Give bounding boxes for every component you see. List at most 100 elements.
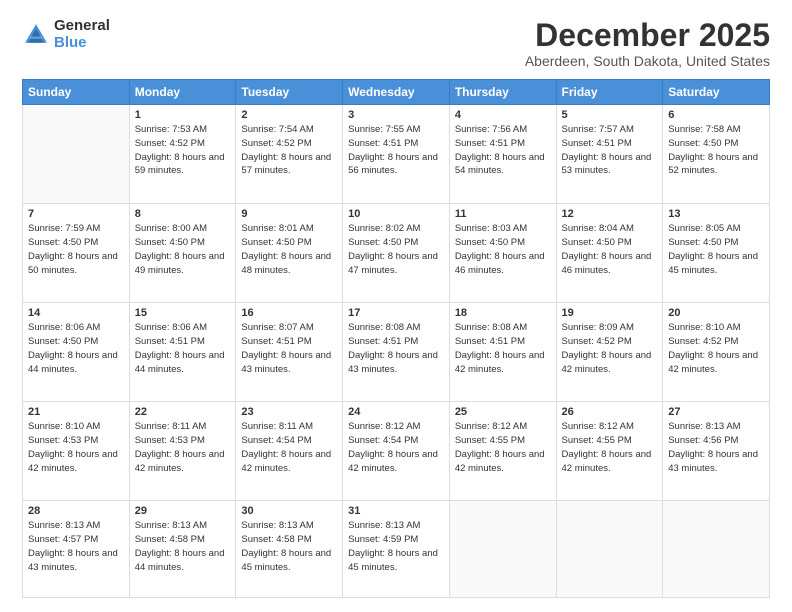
day-number: 15	[135, 307, 231, 319]
day-info: Sunrise: 8:10 AMSunset: 4:53 PMDaylight:…	[28, 420, 124, 475]
day-cell: 3 Sunrise: 7:55 AMSunset: 4:51 PMDaylight…	[343, 105, 450, 204]
day-number: 1	[135, 109, 231, 121]
logo-icon	[22, 21, 50, 49]
day-cell: 18 Sunrise: 8:08 AMSunset: 4:51 PMDayligh…	[449, 303, 556, 402]
logo-blue-text: Blue	[54, 35, 110, 52]
day-cell: 23Sunrise: 8:11 AMSunset: 4:54 PMDayligh…	[236, 402, 343, 501]
day-info: Sunrise: 8:04 AMSunset: 4:50 PMDaylight:…	[562, 222, 658, 277]
week-row-1: 7 Sunrise: 7:59 AMSunset: 4:50 PMDaylight…	[23, 204, 770, 303]
day-cell: 29 Sunrise: 8:13 AMSunset: 4:58 PMDayligh…	[129, 501, 236, 598]
day-cell	[556, 501, 663, 598]
day-number: 11	[455, 208, 551, 220]
day-info: Sunrise: 8:02 AMSunset: 4:50 PMDaylight:…	[348, 222, 444, 277]
day-cell: 28 Sunrise: 8:13 AMSunset: 4:57 PMDayligh…	[23, 501, 130, 598]
day-cell: 9Sunrise: 8:01 AMSunset: 4:50 PMDaylight…	[236, 204, 343, 303]
day-cell: 13 Sunrise: 8:05 AMSunset: 4:50 PMDayligh…	[663, 204, 770, 303]
day-info: Sunrise: 8:12 AMSunset: 4:55 PMDaylight:…	[455, 420, 551, 475]
day-cell: 14Sunrise: 8:06 AMSunset: 4:50 PMDayligh…	[23, 303, 130, 402]
day-cell: 24 Sunrise: 8:12 AMSunset: 4:54 PMDayligh…	[343, 402, 450, 501]
month-title: December 2025	[525, 18, 770, 53]
day-cell: 22 Sunrise: 8:11 AMSunset: 4:53 PMDayligh…	[129, 402, 236, 501]
day-number: 8	[135, 208, 231, 220]
title-block: December 2025 Aberdeen, South Dakota, Un…	[525, 18, 770, 69]
day-number: 31	[348, 505, 444, 517]
day-info: Sunrise: 8:13 AMSunset: 4:58 PMDaylight:…	[135, 519, 231, 574]
week-row-3: 21 Sunrise: 8:10 AMSunset: 4:53 PMDayligh…	[23, 402, 770, 501]
day-info: Sunrise: 8:00 AMSunset: 4:50 PMDaylight:…	[135, 222, 231, 277]
day-number: 19	[562, 307, 658, 319]
day-info: Sunrise: 8:07 AMSunset: 4:51 PMDaylight:…	[241, 321, 337, 376]
day-cell	[23, 105, 130, 204]
day-number: 6	[668, 109, 764, 121]
weekday-header-thursday: Thursday	[449, 80, 556, 105]
day-cell: 27Sunrise: 8:13 AMSunset: 4:56 PMDayligh…	[663, 402, 770, 501]
logo: General Blue	[22, 18, 110, 51]
day-info: Sunrise: 8:13 AMSunset: 4:58 PMDaylight:…	[241, 519, 337, 574]
location-title: Aberdeen, South Dakota, United States	[525, 53, 770, 69]
day-number: 21	[28, 406, 124, 418]
day-number: 27	[668, 406, 764, 418]
day-cell: 1Sunrise: 7:53 AMSunset: 4:52 PMDaylight…	[129, 105, 236, 204]
day-info: Sunrise: 8:13 AMSunset: 4:59 PMDaylight:…	[348, 519, 444, 574]
header: General Blue December 2025 Aberdeen, Sou…	[22, 18, 770, 69]
day-info: Sunrise: 7:57 AMSunset: 4:51 PMDaylight:…	[562, 123, 658, 178]
day-number: 3	[348, 109, 444, 121]
day-info: Sunrise: 7:54 AMSunset: 4:52 PMDaylight:…	[241, 123, 337, 178]
day-number: 17	[348, 307, 444, 319]
logo-general-text: General	[54, 18, 110, 35]
weekday-header-saturday: Saturday	[663, 80, 770, 105]
day-info: Sunrise: 8:12 AMSunset: 4:54 PMDaylight:…	[348, 420, 444, 475]
day-number: 24	[348, 406, 444, 418]
day-info: Sunrise: 7:55 AMSunset: 4:51 PMDaylight:…	[348, 123, 444, 178]
day-number: 28	[28, 505, 124, 517]
day-number: 13	[668, 208, 764, 220]
day-number: 22	[135, 406, 231, 418]
day-number: 25	[455, 406, 551, 418]
day-info: Sunrise: 8:11 AMSunset: 4:53 PMDaylight:…	[135, 420, 231, 475]
day-number: 9	[241, 208, 337, 220]
day-cell: 7 Sunrise: 7:59 AMSunset: 4:50 PMDaylight…	[23, 204, 130, 303]
day-info: Sunrise: 8:08 AMSunset: 4:51 PMDaylight:…	[455, 321, 551, 376]
day-number: 30	[241, 505, 337, 517]
day-number: 7	[28, 208, 124, 220]
day-number: 5	[562, 109, 658, 121]
day-cell: 17 Sunrise: 8:08 AMSunset: 4:51 PMDayligh…	[343, 303, 450, 402]
day-number: 10	[348, 208, 444, 220]
day-number: 16	[241, 307, 337, 319]
week-row-0: 1Sunrise: 7:53 AMSunset: 4:52 PMDaylight…	[23, 105, 770, 204]
day-info: Sunrise: 7:59 AMSunset: 4:50 PMDaylight:…	[28, 222, 124, 277]
day-info: Sunrise: 8:06 AMSunset: 4:51 PMDaylight:…	[135, 321, 231, 376]
day-cell: 30 Sunrise: 8:13 AMSunset: 4:58 PMDayligh…	[236, 501, 343, 598]
day-cell: 5 Sunrise: 7:57 AMSunset: 4:51 PMDaylight…	[556, 105, 663, 204]
weekday-header-wednesday: Wednesday	[343, 80, 450, 105]
day-cell: 15 Sunrise: 8:06 AMSunset: 4:51 PMDayligh…	[129, 303, 236, 402]
day-number: 4	[455, 109, 551, 121]
weekday-header-sunday: Sunday	[23, 80, 130, 105]
day-info: Sunrise: 8:03 AMSunset: 4:50 PMDaylight:…	[455, 222, 551, 277]
day-number: 26	[562, 406, 658, 418]
day-cell: 20Sunrise: 8:10 AMSunset: 4:52 PMDayligh…	[663, 303, 770, 402]
day-number: 29	[135, 505, 231, 517]
day-info: Sunrise: 8:09 AMSunset: 4:52 PMDaylight:…	[562, 321, 658, 376]
day-number: 20	[668, 307, 764, 319]
weekday-header-monday: Monday	[129, 80, 236, 105]
day-info: Sunrise: 8:13 AMSunset: 4:57 PMDaylight:…	[28, 519, 124, 574]
day-cell: 25 Sunrise: 8:12 AMSunset: 4:55 PMDayligh…	[449, 402, 556, 501]
weekday-row: SundayMondayTuesdayWednesdayThursdayFrid…	[23, 80, 770, 105]
day-info: Sunrise: 8:08 AMSunset: 4:51 PMDaylight:…	[348, 321, 444, 376]
day-cell: 12Sunrise: 8:04 AMSunset: 4:50 PMDayligh…	[556, 204, 663, 303]
weekday-header-friday: Friday	[556, 80, 663, 105]
day-cell: 6Sunrise: 7:58 AMSunset: 4:50 PMDaylight…	[663, 105, 770, 204]
day-info: Sunrise: 8:11 AMSunset: 4:54 PMDaylight:…	[241, 420, 337, 475]
calendar-body: 1Sunrise: 7:53 AMSunset: 4:52 PMDaylight…	[23, 105, 770, 598]
day-info: Sunrise: 8:05 AMSunset: 4:50 PMDaylight:…	[668, 222, 764, 277]
week-row-2: 14Sunrise: 8:06 AMSunset: 4:50 PMDayligh…	[23, 303, 770, 402]
day-number: 18	[455, 307, 551, 319]
day-cell	[449, 501, 556, 598]
day-cell: 8 Sunrise: 8:00 AMSunset: 4:50 PMDaylight…	[129, 204, 236, 303]
day-info: Sunrise: 8:12 AMSunset: 4:55 PMDaylight:…	[562, 420, 658, 475]
day-cell: 10 Sunrise: 8:02 AMSunset: 4:50 PMDayligh…	[343, 204, 450, 303]
week-row-4: 28 Sunrise: 8:13 AMSunset: 4:57 PMDayligh…	[23, 501, 770, 598]
day-number: 2	[241, 109, 337, 121]
day-number: 14	[28, 307, 124, 319]
